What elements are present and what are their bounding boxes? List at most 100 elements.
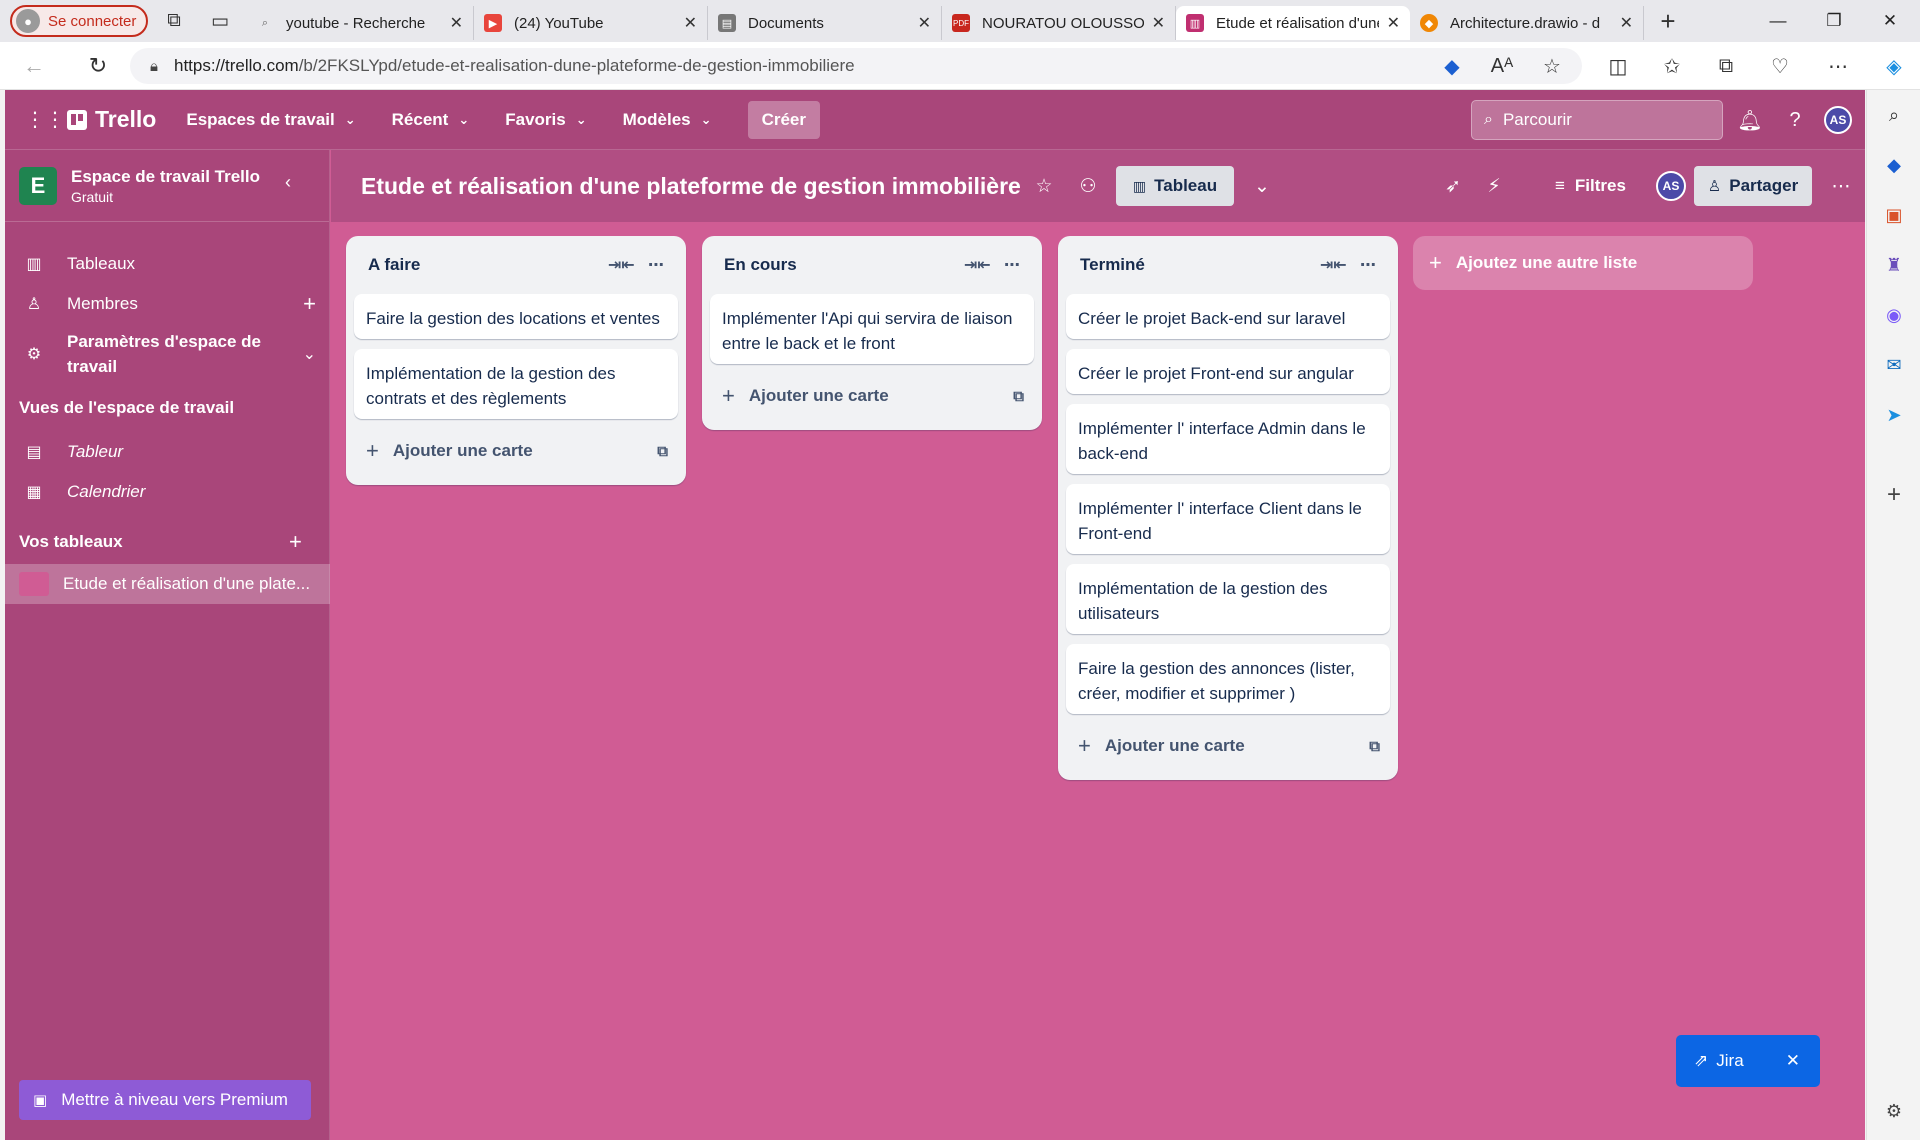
list-header[interactable]: Terminé ⇥⇤ ⋯	[1066, 236, 1390, 294]
close-window-icon[interactable]: ✕	[1862, 0, 1918, 42]
app-switcher-icon[interactable]: ⋮⋮⋮	[25, 107, 85, 132]
favorite-star-icon[interactable]: ☆	[1532, 46, 1572, 86]
filters-button[interactable]: ≡ Filtres	[1555, 166, 1626, 206]
list-menu-icon[interactable]: ⋯	[1360, 255, 1376, 275]
games-icon[interactable]: ♜	[1877, 248, 1911, 282]
collapse-list-icon[interactable]: ⇥⇤	[964, 255, 991, 275]
back-icon[interactable]: ←	[12, 46, 56, 86]
browser-tab[interactable]: ⌕ youtube - Recherche ✕	[246, 6, 474, 40]
more-options-icon[interactable]: ⋯	[1818, 46, 1858, 86]
search-input[interactable]: ⌕ Parcourir	[1471, 100, 1723, 140]
chevron-down-icon[interactable]: ⌄	[303, 344, 316, 364]
jira-widget[interactable]: ⇗ Jira ✕	[1676, 1035, 1820, 1087]
profile-button[interactable]: ● Se connecter	[10, 5, 148, 37]
notifications-icon[interactable]: 🔔︎	[1730, 100, 1770, 140]
favorites-list-icon[interactable]: ✩	[1652, 46, 1692, 86]
visibility-icon[interactable]: ⚇	[1068, 166, 1108, 206]
board-member-avatar[interactable]: AS	[1651, 166, 1691, 206]
share-button[interactable]: ♙ Partager	[1694, 166, 1812, 206]
close-tab-icon[interactable]: ✕	[1387, 13, 1400, 33]
browser-tab-active[interactable]: ▥ Etude et réalisation d'une ✕	[1176, 6, 1410, 40]
automation-icon[interactable]: ⚡︎	[1474, 166, 1514, 206]
shopping-tag-icon[interactable]: ◆	[1432, 46, 1472, 86]
add-board-icon[interactable]: +	[289, 522, 329, 562]
board-title[interactable]: Etude et réalisation d'une plateforme de…	[361, 173, 1021, 200]
collapse-list-icon[interactable]: ⇥⇤	[1320, 255, 1347, 275]
read-aloud-icon[interactable]: Aᴬ	[1482, 46, 1522, 86]
tools-icon[interactable]: ▣	[1877, 198, 1911, 232]
sidebar-item-table[interactable]: ▤ Tableur	[5, 432, 330, 472]
list-menu-icon[interactable]: ⋯	[648, 255, 664, 275]
send-icon[interactable]: ➤	[1877, 398, 1911, 432]
sidebar-item-calendar[interactable]: ▦ Calendrier	[5, 472, 330, 512]
help-icon[interactable]: ?	[1775, 100, 1815, 140]
tab-actions-icon[interactable]: ▭	[200, 5, 240, 37]
outlook-icon[interactable]: ✉	[1877, 348, 1911, 382]
upgrade-premium-button[interactable]: ▣ Mettre à niveau vers Premium	[19, 1080, 311, 1120]
menu-favorites[interactable]: Favoris ⌄	[505, 110, 586, 130]
restore-icon[interactable]: ❐	[1806, 0, 1862, 42]
card[interactable]: Implémenter l'Api qui servira de liaison…	[710, 294, 1034, 364]
split-screen-icon[interactable]: ◫	[1598, 46, 1638, 86]
card[interactable]: Faire la gestion des locations et ventes	[354, 294, 678, 339]
add-card-button[interactable]: + Ajouter une carte ⧉	[710, 374, 1034, 418]
trello-logo[interactable]: Trello	[67, 106, 156, 133]
card-template-icon[interactable]: ⧉	[1013, 388, 1024, 405]
close-tab-icon[interactable]: ✕	[1620, 13, 1633, 33]
card[interactable]: Implémenter l' interface Client dans le …	[1066, 484, 1390, 554]
minimize-icon[interactable]: —	[1750, 0, 1806, 42]
add-card-button[interactable]: + Ajouter une carte ⧉	[1066, 724, 1390, 768]
card[interactable]: Faire la gestion des annonces (lister, c…	[1066, 644, 1390, 714]
browser-tab[interactable]: ◆ Architecture.drawio - d ✕	[1410, 6, 1644, 40]
card[interactable]: Implémentation de la gestion des utilisa…	[1066, 564, 1390, 634]
browser-tab[interactable]: ▶ (24) YouTube ✕	[474, 6, 708, 40]
workspaces-icon[interactable]: ⧉	[154, 5, 194, 37]
collapse-list-icon[interactable]: ⇥⇤	[608, 255, 635, 275]
sidebar-item-settings[interactable]: ⚙ Paramètres d'espace de travail ⌄	[5, 326, 330, 382]
add-member-icon[interactable]: +	[303, 291, 316, 317]
search-icon[interactable]: ⌕	[1877, 98, 1911, 132]
close-tab-icon[interactable]: ✕	[450, 13, 463, 33]
card-template-icon[interactable]: ⧉	[657, 443, 668, 460]
shopping-icon[interactable]: ◆	[1877, 148, 1911, 182]
close-icon[interactable]: ✕	[1786, 1051, 1800, 1071]
card[interactable]: Implémentation de la gestion des contrat…	[354, 349, 678, 419]
settings-icon[interactable]: ⚙	[1877, 1094, 1911, 1128]
list-header[interactable]: En cours ⇥⇤ ⋯	[710, 236, 1034, 294]
browser-essentials-icon[interactable]: ♡	[1760, 46, 1800, 86]
url-field[interactable]: 🔒︎ https://trello.com/b/2FKSLYpd/etude-e…	[130, 48, 1582, 84]
card-template-icon[interactable]: ⧉	[1369, 738, 1380, 755]
browser-tab[interactable]: PDF NOURATOU OLOUSSOU ✕	[942, 6, 1176, 40]
card[interactable]: Créer le projet Front-end sur angular	[1066, 349, 1390, 394]
copilot-icon[interactable]: ◈	[1874, 46, 1914, 86]
star-board-icon[interactable]: ☆	[1024, 166, 1064, 206]
browser-tab[interactable]: ▤ Documents ✕	[708, 6, 942, 40]
close-tab-icon[interactable]: ✕	[918, 13, 931, 33]
account-menu[interactable]: AS	[1818, 100, 1858, 140]
board-menu-icon[interactable]: ⋯	[1821, 166, 1861, 206]
close-tab-icon[interactable]: ✕	[1152, 13, 1165, 33]
collections-icon[interactable]: ⧉	[1706, 46, 1746, 86]
list-menu-icon[interactable]: ⋯	[1004, 255, 1020, 275]
create-button[interactable]: Créer	[747, 100, 820, 139]
card[interactable]: Implémenter l' interface Admin dans le b…	[1066, 404, 1390, 474]
card[interactable]: Créer le projet Back-end sur laravel	[1066, 294, 1390, 339]
office-icon[interactable]: ◉	[1877, 298, 1911, 332]
power-ups-icon[interactable]: ➶	[1433, 166, 1473, 206]
add-list-button[interactable]: + Ajoutez une autre liste	[1413, 236, 1753, 290]
reload-icon[interactable]: ↻	[76, 46, 120, 86]
add-sidebar-app-icon[interactable]: +	[1877, 478, 1911, 512]
close-tab-icon[interactable]: ✕	[684, 13, 697, 33]
view-switcher-button[interactable]: ▥ Tableau	[1116, 166, 1234, 206]
menu-templates[interactable]: Modèles ⌄	[623, 110, 712, 130]
sidebar-item-boards[interactable]: ▥ Tableaux	[5, 244, 330, 284]
collapse-sidebar-icon[interactable]: ‹	[285, 172, 291, 193]
add-card-button[interactable]: + Ajouter une carte ⧉	[354, 429, 678, 473]
sidebar-item-members[interactable]: ♙ Membres +	[5, 284, 330, 324]
workspace-name[interactable]: Espace de travail Trello	[71, 167, 260, 187]
sidebar-board-item[interactable]: Etude et réalisation d'une plate...	[5, 564, 330, 604]
menu-workspaces[interactable]: Espaces de travail ⌄	[186, 110, 355, 130]
new-tab-icon[interactable]: +	[1648, 5, 1688, 37]
menu-recent[interactable]: Récent ⌄	[392, 110, 470, 130]
list-header[interactable]: A faire ⇥⇤ ⋯	[354, 236, 678, 294]
